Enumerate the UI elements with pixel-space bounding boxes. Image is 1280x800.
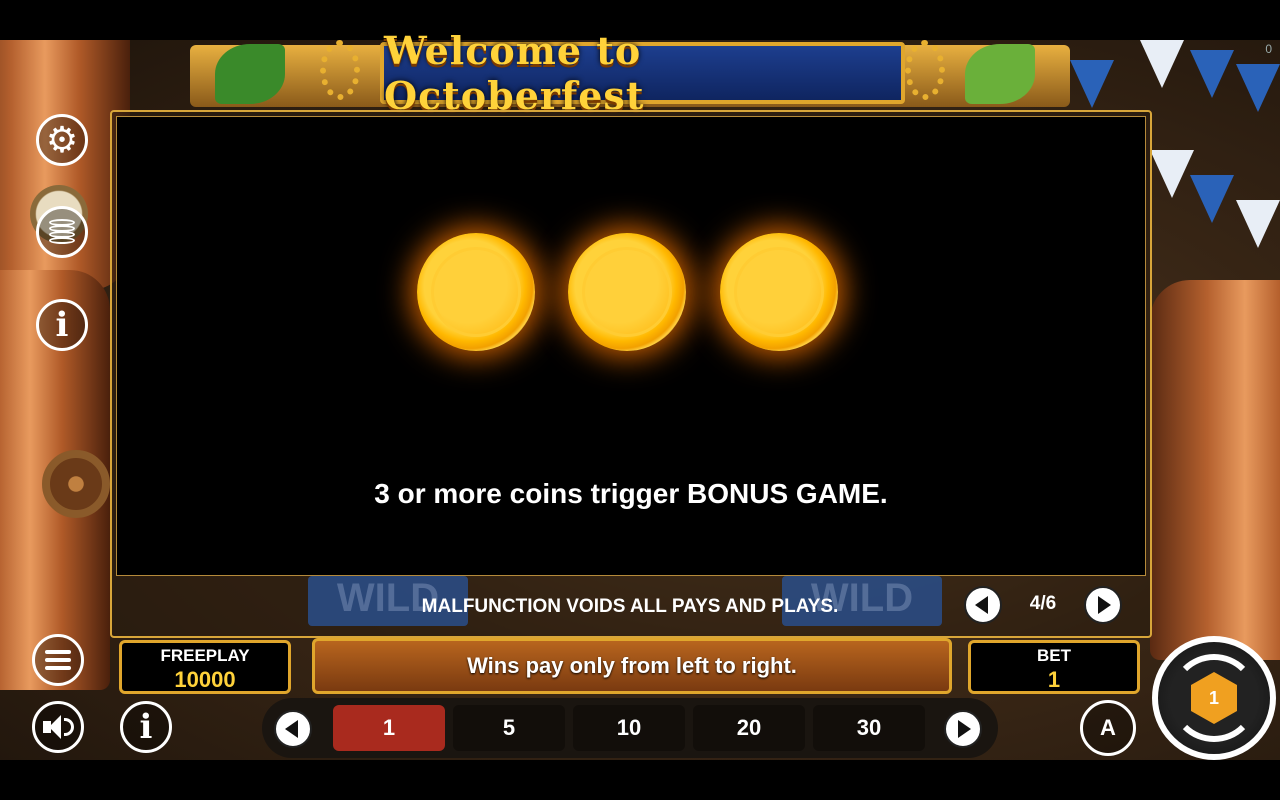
info-button[interactable]: i	[36, 299, 88, 351]
bet-value: 1	[1047, 667, 1061, 692]
autoplay-icon: A	[1100, 715, 1116, 740]
bet-next-button[interactable]	[944, 710, 982, 748]
chevron-left-icon	[975, 596, 988, 614]
info-icon: i	[55, 305, 69, 345]
sound-button[interactable]	[32, 701, 84, 753]
hop-leaf-left	[215, 44, 285, 104]
paytable-button[interactable]: i	[120, 701, 172, 753]
bonus-coin-symbol	[720, 233, 838, 351]
balance-label: FREEPLAY	[160, 646, 250, 665]
bunting-flag	[1070, 60, 1114, 108]
copper-tank-right	[1150, 280, 1280, 660]
paytable-prev-button[interactable]	[964, 586, 1002, 624]
hop-leaf-right	[965, 44, 1035, 104]
balance-value: 10000	[174, 667, 236, 692]
spin-button[interactable]: 1	[1152, 636, 1276, 760]
settings-button[interactable]: ⚙	[36, 114, 88, 166]
spin-logo-label: 1	[1208, 687, 1219, 708]
bottom-bar	[0, 760, 1280, 800]
chevron-right-icon	[1098, 596, 1111, 614]
chevron-right-icon	[958, 720, 971, 738]
game-title: Welcome to Octoberfest	[384, 28, 645, 118]
paytable-page-indicator: 4/6	[1029, 593, 1057, 614]
bet-prev-button[interactable]	[274, 710, 312, 748]
hamburger-icon	[45, 646, 71, 674]
message-text: Wins pay only from left to right.	[467, 653, 797, 678]
bunting-flag	[1140, 40, 1184, 88]
speaker-icon	[42, 715, 74, 739]
bonus-rule-text: 3 or more coins trigger BONUS GAME.	[374, 478, 888, 509]
chevron-left-icon	[285, 720, 298, 738]
autoplay-button[interactable]: A	[1080, 700, 1136, 756]
bunting-flag	[1236, 64, 1280, 112]
bet-option[interactable]: 5	[453, 705, 565, 751]
coin-face	[582, 247, 672, 337]
bunting-flag	[1236, 200, 1280, 248]
gear-icon: ⚙	[45, 119, 79, 160]
menu-button[interactable]	[32, 634, 84, 686]
bet-option[interactable]: 20	[693, 705, 805, 751]
bunting-flag	[1150, 150, 1194, 198]
bonus-coin-symbol	[417, 233, 535, 351]
game-title-banner: Welcome to Octoberfest	[380, 28, 905, 118]
bet-label: BET	[1037, 646, 1071, 665]
bet-coins-button[interactable]	[36, 206, 88, 258]
bunting-flag	[1190, 175, 1234, 223]
bet-option[interactable]: 30	[813, 705, 925, 751]
coin-face	[734, 247, 824, 337]
bet-option[interactable]: 10	[573, 705, 685, 751]
wheat-right	[905, 40, 945, 100]
bet-option[interactable]: 1	[333, 705, 445, 751]
coin-face	[431, 247, 521, 337]
coin-stack-icon	[49, 219, 75, 244]
corner-counter: 0	[1265, 42, 1272, 56]
malfunction-disclaimer: MALFUNCTION VOIDS ALL PAYS AND PLAYS.	[421, 596, 839, 617]
info-icon: i	[139, 707, 153, 747]
paytable-next-button[interactable]	[1084, 586, 1122, 624]
bonus-coin-symbol	[568, 233, 686, 351]
wheat-left	[320, 40, 360, 100]
message-bar: Wins pay only from left to right.	[312, 638, 952, 694]
balance-display: FREEPLAY 10000	[119, 640, 291, 694]
bunting-flag	[1190, 50, 1234, 98]
bet-display: BET 1	[968, 640, 1140, 694]
valve-wheel	[42, 450, 110, 518]
